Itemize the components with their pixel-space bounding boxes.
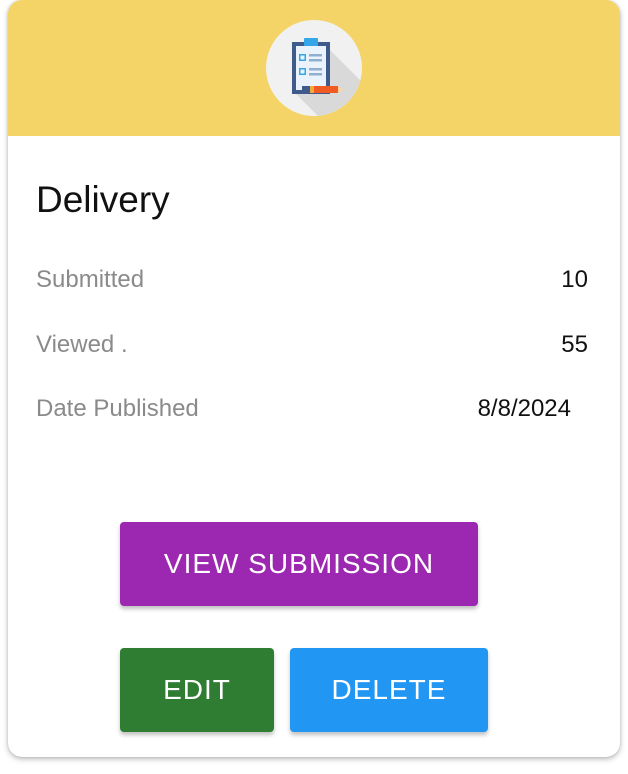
viewed-value: 55 bbox=[561, 331, 588, 358]
submitted-value: 10 bbox=[561, 266, 588, 293]
form-card: Delivery Submitted 10 Viewed . 55 Date P… bbox=[8, 0, 620, 757]
viewed-label: Viewed . bbox=[36, 331, 128, 358]
card-title: Delivery bbox=[36, 179, 170, 220]
card-header bbox=[8, 0, 620, 136]
edit-button[interactable]: EDIT bbox=[120, 648, 274, 732]
view-submission-button[interactable]: VIEW SUBMISSION bbox=[120, 522, 478, 606]
clipboard-checklist-icon bbox=[266, 20, 362, 116]
date-published-value: 8/8/2024 bbox=[477, 395, 571, 422]
submitted-label: Submitted bbox=[36, 266, 145, 293]
delete-button[interactable]: DELETE bbox=[290, 648, 488, 732]
date-published-label: Date Published bbox=[36, 395, 199, 422]
